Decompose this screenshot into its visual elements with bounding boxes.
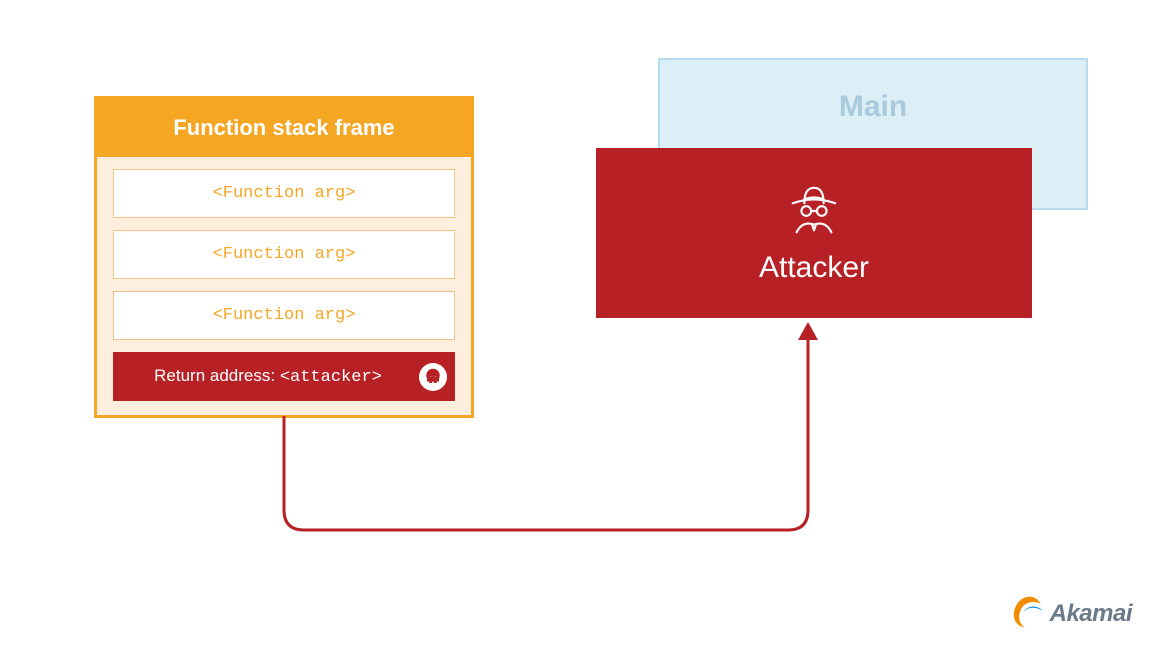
stack-frame-title: Function stack frame bbox=[97, 99, 471, 157]
main-box-title: Main bbox=[660, 60, 1086, 124]
brand-logo: Akamai bbox=[1012, 593, 1132, 634]
return-address-value: <attacker> bbox=[280, 368, 382, 387]
attacker-label: Attacker bbox=[759, 251, 869, 285]
attacker-icon bbox=[783, 182, 845, 245]
function-arg-row: <Function arg> bbox=[113, 230, 455, 279]
function-stack-frame: Function stack frame <Function arg> <Fun… bbox=[94, 96, 474, 418]
attacker-box: Attacker bbox=[596, 148, 1032, 318]
akamai-wave-icon bbox=[1012, 593, 1048, 634]
brand-name: Akamai bbox=[1050, 600, 1132, 628]
function-arg-row: <Function arg> bbox=[113, 169, 455, 218]
stack-frame-body: <Function arg> <Function arg> <Function … bbox=[97, 157, 471, 415]
return-address-label: Return address: bbox=[154, 366, 280, 385]
return-address-row: Return address: <attacker> bbox=[113, 352, 455, 401]
function-arg-row: <Function arg> bbox=[113, 291, 455, 340]
skull-icon bbox=[419, 363, 447, 391]
